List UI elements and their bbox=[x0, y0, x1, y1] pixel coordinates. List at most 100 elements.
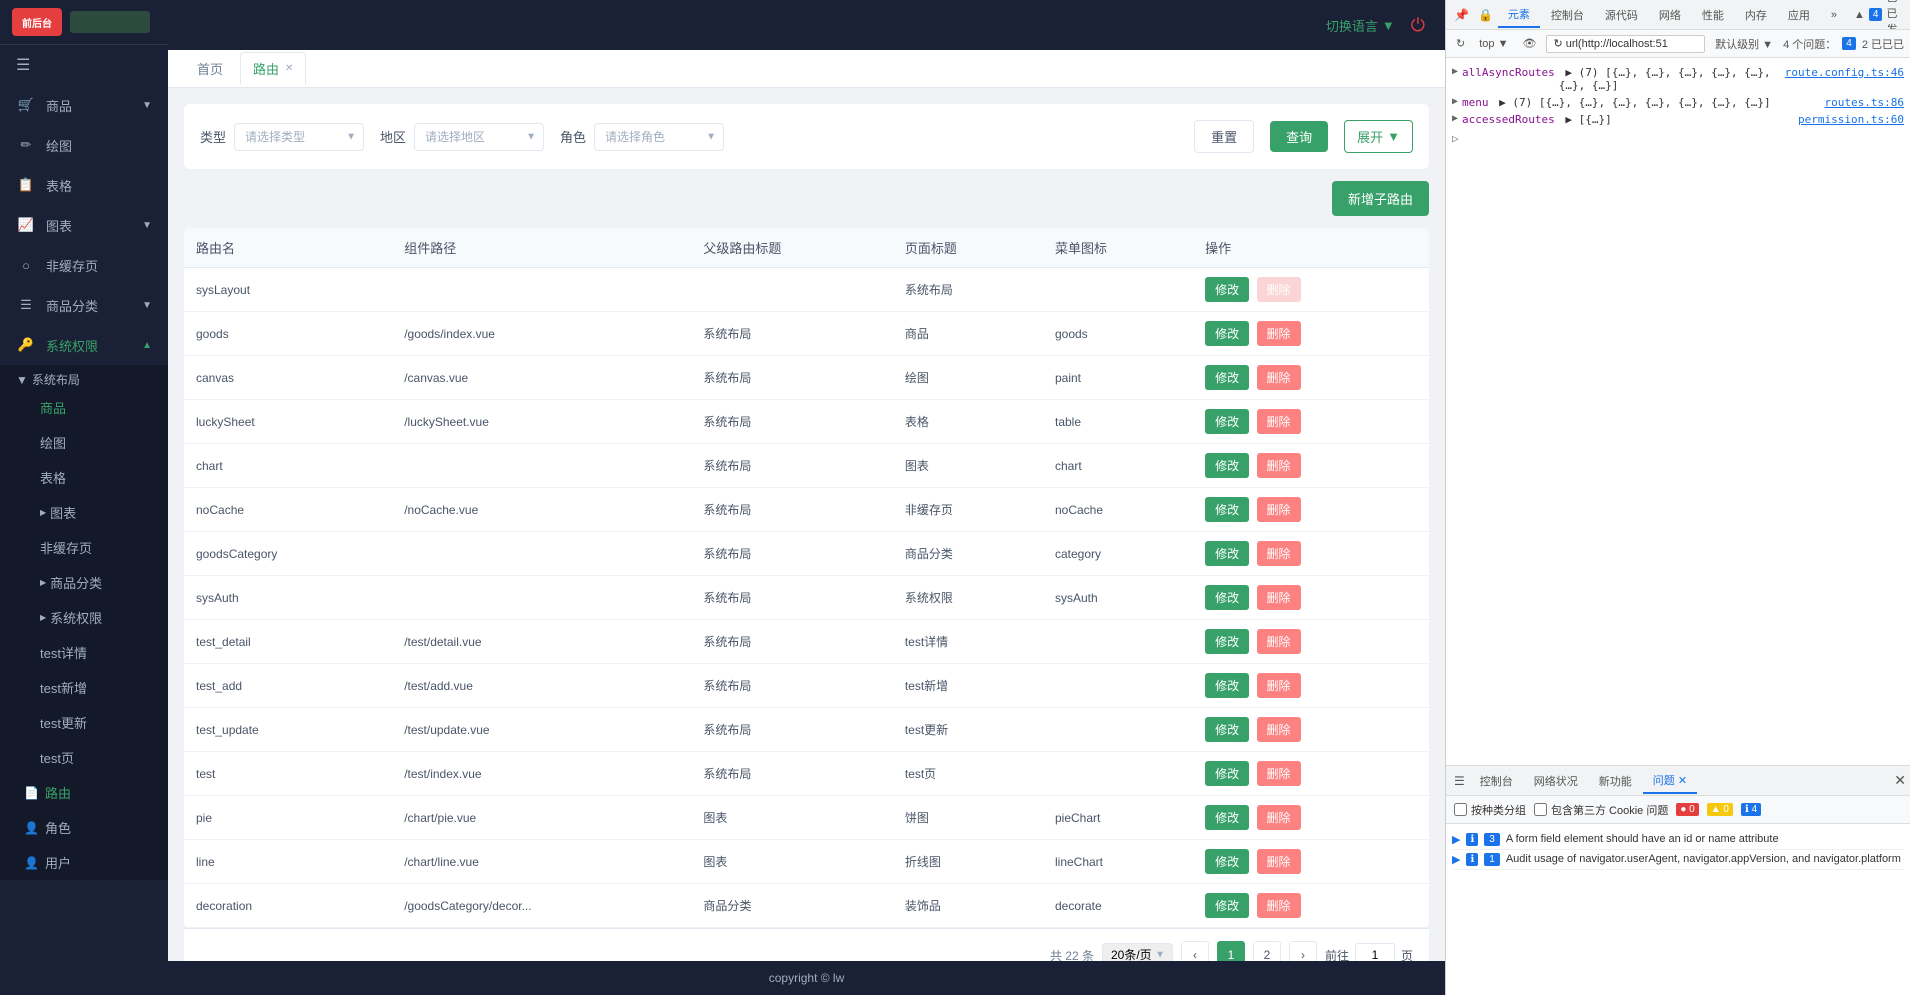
devtools-dots-icon[interactable]: ⋮ bbox=[1904, 6, 1910, 23]
sidebar-sub-table[interactable]: 表格 bbox=[8, 460, 168, 495]
modify-button[interactable]: 修改 bbox=[1205, 673, 1249, 698]
lang-switch[interactable]: 切换语言 ▼ bbox=[1326, 16, 1395, 35]
delete-button[interactable]: 删除 bbox=[1257, 805, 1301, 830]
devtools-tab-elements[interactable]: 元素 bbox=[1498, 2, 1540, 28]
devtools-level-label[interactable]: 默认级别 ▼ bbox=[1711, 34, 1777, 54]
sidebar-sub-canvas[interactable]: 绘图 bbox=[8, 425, 168, 460]
devtools-tab-sources[interactable]: 源代码 bbox=[1595, 3, 1648, 27]
delete-button[interactable]: 删除 bbox=[1257, 277, 1301, 302]
delete-button[interactable]: 删除 bbox=[1257, 541, 1301, 566]
page-size-select[interactable]: 20条/页 10条/页 50条/页 bbox=[1102, 943, 1173, 961]
sidebar-item-canvas[interactable]: ✏ 绘图 bbox=[0, 125, 168, 165]
devtools-refresh-icon[interactable]: ↻ bbox=[1452, 35, 1469, 52]
modify-button[interactable]: 修改 bbox=[1205, 849, 1249, 874]
sidebar-item-chart[interactable]: 📈 图表 ▼ bbox=[0, 205, 168, 245]
delete-button[interactable]: 删除 bbox=[1257, 409, 1301, 434]
tab-route[interactable]: 路由 ✕ bbox=[240, 52, 306, 85]
delete-button[interactable]: 删除 bbox=[1257, 761, 1301, 786]
delete-button[interactable]: 删除 bbox=[1257, 453, 1301, 478]
delete-button[interactable]: 删除 bbox=[1257, 893, 1301, 918]
power-button[interactable]: ⏻ bbox=[1411, 15, 1425, 36]
devtools-tab-console[interactable]: 控制台 bbox=[1541, 3, 1594, 27]
devtools-lock-icon[interactable]: 🔒 bbox=[1474, 4, 1497, 26]
devtools-bottom-tab-console[interactable]: 控制台 bbox=[1470, 769, 1523, 793]
devtools-bottom-tab-issues[interactable]: 问题 ✕ bbox=[1643, 768, 1697, 794]
delete-button[interactable]: 删除 bbox=[1257, 717, 1301, 742]
sidebar-item-sysauth[interactable]: 🔑 系统权限 ▲ bbox=[0, 325, 168, 365]
prev-page-button[interactable]: ‹ bbox=[1181, 941, 1209, 961]
sidebar-sub-goods-category[interactable]: ▶商品分类 bbox=[8, 565, 168, 600]
sidebar-item-role[interactable]: 👤 角色 bbox=[0, 810, 168, 845]
devtools-tab-more[interactable]: » bbox=[1821, 5, 1847, 25]
sidebar-sub-nocache[interactable]: 非缓存页 bbox=[8, 530, 168, 565]
tab-home[interactable]: 首页 bbox=[184, 52, 236, 85]
type-select[interactable]: 请选择类型 bbox=[234, 123, 364, 151]
expand-arrow-icon[interactable]: ▶ bbox=[1452, 66, 1458, 77]
devtools-eye-icon[interactable]: 👁 bbox=[1518, 35, 1540, 52]
devtools-tab-network[interactable]: 网络 bbox=[1649, 3, 1691, 27]
sidebar-item-goods[interactable]: 🛒 商品 ▼ bbox=[0, 85, 168, 125]
go-page-input[interactable] bbox=[1355, 943, 1395, 961]
modify-button[interactable]: 修改 bbox=[1205, 277, 1249, 302]
sidebar-sub-test-add[interactable]: test新增 bbox=[8, 670, 168, 705]
delete-button[interactable]: 删除 bbox=[1257, 365, 1301, 390]
devtools-bottom-menu-icon[interactable]: ☰ bbox=[1450, 770, 1469, 792]
delete-button[interactable]: 删除 bbox=[1257, 585, 1301, 610]
route-config-link[interactable]: route.config.ts:46 bbox=[1785, 66, 1904, 79]
reset-button[interactable]: 重置 bbox=[1194, 120, 1254, 153]
issue-1-expand[interactable]: ▶ bbox=[1452, 833, 1460, 846]
devtools-bottom-tab-new[interactable]: 新功能 bbox=[1589, 769, 1642, 793]
delete-button[interactable]: 删除 bbox=[1257, 321, 1301, 346]
modify-button[interactable]: 修改 bbox=[1205, 629, 1249, 654]
modify-button[interactable]: 修改 bbox=[1205, 453, 1249, 478]
modify-button[interactable]: 修改 bbox=[1205, 585, 1249, 610]
devtools-bottom-close-button[interactable]: ✕ bbox=[1894, 772, 1906, 789]
sidebar-sub-sysauth[interactable]: ▶系统权限 bbox=[8, 600, 168, 635]
modify-button[interactable]: 修改 bbox=[1205, 365, 1249, 390]
modify-button[interactable]: 修改 bbox=[1205, 321, 1249, 346]
permission-ts-link[interactable]: permission.ts:60 bbox=[1798, 113, 1904, 126]
routes-ts-link[interactable]: routes.ts:86 bbox=[1825, 96, 1904, 109]
sidebar-item-route[interactable]: 📄 路由 bbox=[0, 775, 168, 810]
sidebar-sub-chart[interactable]: ▶图表 bbox=[8, 495, 168, 530]
modify-button[interactable]: 修改 bbox=[1205, 497, 1249, 522]
include-third-party-checkbox[interactable]: 包含第三方 Cookie 问题 bbox=[1534, 802, 1668, 818]
sidebar-item-user[interactable]: 👤 用户 bbox=[0, 845, 168, 880]
query-button[interactable]: 查询 bbox=[1270, 121, 1328, 152]
delete-button[interactable]: 删除 bbox=[1257, 497, 1301, 522]
role-select[interactable]: 请选择角色 bbox=[594, 123, 724, 151]
devtools-tab-application[interactable]: 应用 bbox=[1778, 3, 1820, 27]
tab-close-icon[interactable]: ✕ bbox=[285, 63, 293, 74]
modify-button[interactable]: 修改 bbox=[1205, 717, 1249, 742]
delete-button[interactable]: 删除 bbox=[1257, 629, 1301, 654]
expand-arrow-icon[interactable]: ▶ bbox=[1452, 113, 1458, 124]
devtools-tab-memory[interactable]: 内存 bbox=[1735, 3, 1777, 27]
next-page-button[interactable]: › bbox=[1289, 941, 1317, 961]
sidebar-sub-goods[interactable]: 商品 bbox=[8, 390, 168, 425]
devtools-bottom-tab-network[interactable]: 网络状况 bbox=[1524, 769, 1588, 793]
sidebar-sub-test[interactable]: test页 bbox=[8, 740, 168, 775]
modify-button[interactable]: 修改 bbox=[1205, 409, 1249, 434]
modify-button[interactable]: 修改 bbox=[1205, 893, 1249, 918]
delete-button[interactable]: 删除 bbox=[1257, 673, 1301, 698]
sidebar-sub-test-update[interactable]: test更新 bbox=[8, 705, 168, 740]
sidebar-item-goods-category[interactable]: ☰ 商品分类 ▼ bbox=[0, 285, 168, 325]
issue-2-expand[interactable]: ▶ bbox=[1452, 853, 1460, 866]
issues-tab-close-icon[interactable]: ✕ bbox=[1678, 775, 1687, 787]
devtools-triangle[interactable]: ▷ bbox=[1452, 128, 1904, 149]
sidebar-sub-test-detail[interactable]: test详情 bbox=[8, 635, 168, 670]
sidebar-item-table[interactable]: 📋 表格 bbox=[0, 165, 168, 205]
expand-arrow-icon[interactable]: ▶ bbox=[1452, 96, 1458, 107]
devtools-pin-icon[interactable]: 📌 bbox=[1450, 4, 1473, 26]
menu-toggle[interactable]: ☰ bbox=[0, 45, 168, 85]
devtools-url-input[interactable] bbox=[1546, 35, 1705, 53]
modify-button[interactable]: 修改 bbox=[1205, 541, 1249, 566]
add-child-route-button[interactable]: 新增子路由 bbox=[1332, 181, 1429, 216]
devtools-top-label[interactable]: top ▼ bbox=[1475, 36, 1512, 52]
delete-button[interactable]: 删除 bbox=[1257, 849, 1301, 874]
region-select[interactable]: 请选择地区 bbox=[414, 123, 544, 151]
modify-button[interactable]: 修改 bbox=[1205, 805, 1249, 830]
sidebar-item-nocache[interactable]: ○ 非缓存页 bbox=[0, 245, 168, 285]
expand-button[interactable]: 展开 ▼ bbox=[1344, 120, 1413, 153]
devtools-tab-performance[interactable]: 性能 bbox=[1692, 3, 1734, 27]
